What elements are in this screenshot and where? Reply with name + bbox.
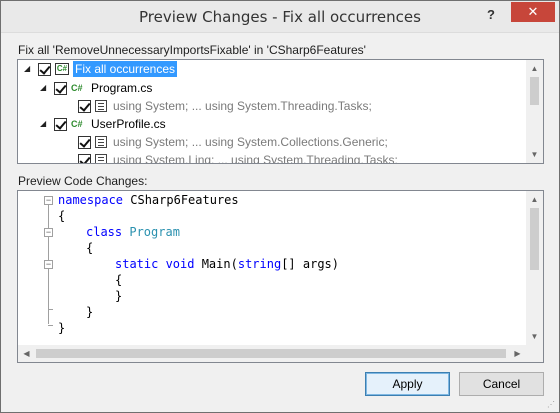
scrollbar-corner (526, 345, 543, 362)
code-line: { (58, 209, 66, 223)
code-keyword: class (86, 225, 123, 239)
scroll-right-icon[interactable]: ▶ (509, 345, 526, 362)
code-keyword: string (237, 257, 282, 271)
change-icon (95, 154, 107, 163)
changes-tree[interactable]: ◢ C# Fix all occurrences ◢ C# Program.cs… (17, 59, 544, 164)
tree-item-label: using System; ... using System.Collectio… (113, 135, 388, 149)
scroll-down-icon[interactable]: ▼ (526, 328, 543, 345)
code-text: [] args) (281, 257, 339, 271)
code-line: static void Main(string[] args) (115, 257, 339, 273)
collapse-region-icon[interactable]: − (44, 196, 53, 205)
csharp-file-icon: C# (71, 119, 83, 129)
tree-item-label: Program.cs (91, 81, 153, 95)
code-line: namespace CSharp6Features (58, 193, 239, 209)
collapse-region-icon[interactable]: − (44, 260, 53, 269)
code-line: class Program (86, 225, 180, 241)
tree-item-program-cs[interactable]: ◢ C# Program.cs (40, 79, 152, 97)
change-checkbox[interactable] (78, 153, 91, 163)
fix-all-description: Fix all 'RemoveUnnecessaryImportsFixable… (18, 43, 366, 57)
collapse-arrow-icon[interactable]: ◢ (40, 119, 50, 129)
editor-vertical-scrollbar[interactable]: ▲ ▼ (526, 191, 543, 345)
tree-item-label: using System; ... using System.Threading… (113, 99, 372, 113)
change-icon (95, 100, 107, 112)
project-icon: C# (55, 63, 69, 75)
scroll-thumb[interactable] (36, 349, 506, 358)
tree-item-label: using System.Linq; ... using System.Thre… (113, 153, 398, 164)
csharp-file-icon: C# (71, 83, 83, 93)
change-checkbox[interactable] (78, 135, 91, 149)
apply-button[interactable]: Apply (365, 372, 450, 396)
code-line: { (115, 273, 123, 287)
scroll-up-icon[interactable]: ▲ (526, 60, 543, 77)
tree-item-userprofile-cs[interactable]: ◢ C# UserProfile.cs (40, 115, 166, 133)
title-bar[interactable]: Preview Changes - Fix all occurrences ? … (1, 1, 559, 33)
code-line: } (58, 321, 66, 335)
tree-item-label: UserProfile.cs (91, 117, 166, 131)
scroll-up-icon[interactable]: ▲ (526, 191, 543, 208)
collapse-arrow-icon[interactable]: ◢ (24, 64, 34, 74)
collapse-arrow-icon[interactable]: ◢ (40, 83, 50, 93)
code-line: { (86, 241, 94, 255)
dialog-title: Preview Changes - Fix all occurrences (139, 8, 421, 26)
code-text: Main( (194, 257, 238, 271)
scroll-left-icon[interactable]: ◀ (18, 345, 35, 362)
close-button[interactable]: ✕ (511, 2, 555, 22)
resize-grip-icon[interactable]: ⋰ (547, 400, 557, 410)
fix-all-checkbox[interactable] (38, 62, 51, 76)
tree-item-change[interactable]: using System; ... using System.Collectio… (78, 133, 388, 151)
tree-item-change[interactable]: using System; ... using System.Threading… (78, 97, 372, 115)
code-keyword: static void (115, 257, 195, 271)
editor-horizontal-scrollbar[interactable]: ◀ ▶ (18, 345, 526, 362)
preview-code-label: Preview Code Changes: (18, 174, 148, 188)
cancel-button[interactable]: Cancel (459, 372, 544, 396)
code-text: CSharp6Features (123, 193, 239, 207)
preview-changes-dialog: Preview Changes - Fix all occurrences ? … (0, 0, 560, 413)
tree-vertical-scrollbar[interactable]: ▲ ▼ (526, 60, 543, 163)
program-cs-checkbox[interactable] (54, 81, 67, 95)
code-preview-editor[interactable]: − − − namespace CSharp6Features { class … (17, 190, 544, 363)
tree-item-change[interactable]: using System.Linq; ... using System.Thre… (78, 151, 398, 164)
tree-item-fix-all[interactable]: ◢ C# Fix all occurrences (24, 60, 178, 78)
help-button[interactable]: ? (477, 1, 505, 29)
code-keyword: namespace (58, 193, 124, 207)
code-line: } (115, 289, 123, 303)
collapse-region-icon[interactable]: − (44, 228, 53, 237)
tree-item-label: Fix all occurrences (73, 61, 178, 77)
scroll-thumb[interactable] (530, 77, 539, 105)
code-type: Program (129, 225, 180, 239)
outline-end-mark (48, 325, 53, 326)
change-checkbox[interactable] (78, 99, 91, 113)
scroll-thumb[interactable] (530, 208, 539, 270)
userprofile-cs-checkbox[interactable] (54, 117, 67, 131)
change-icon (95, 136, 107, 148)
code-line: } (86, 305, 94, 319)
scroll-down-icon[interactable]: ▼ (526, 146, 543, 163)
outline-end-mark (48, 309, 53, 310)
